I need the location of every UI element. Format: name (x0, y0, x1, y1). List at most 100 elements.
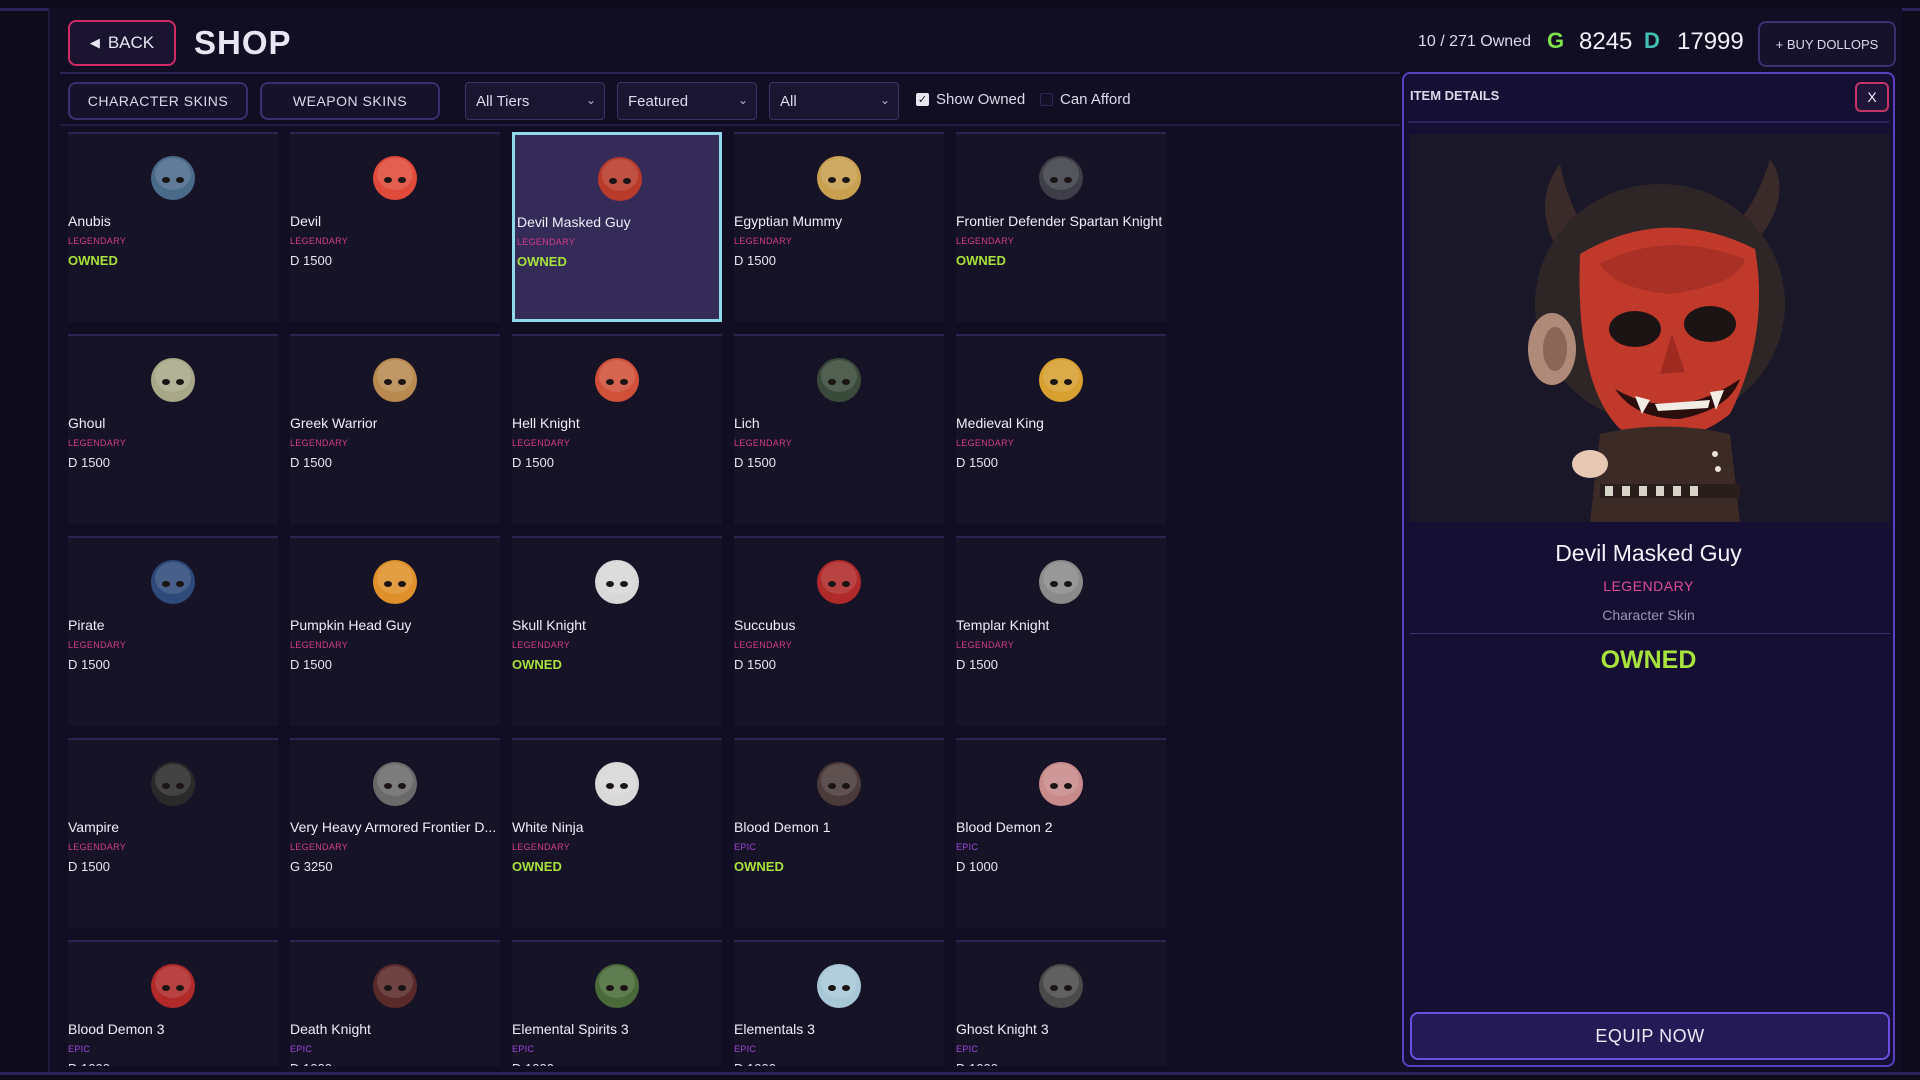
chevron-down-icon: ⌄ (585, 93, 596, 107)
back-arrow-icon: ◀ (89, 35, 100, 50)
item-tier: LEGENDARY (290, 438, 349, 448)
item-card[interactable]: Egyptian Mummy LEGENDARY D 1500 (734, 132, 944, 322)
item-card[interactable]: Blood Demon 2 EPIC D 1000 (956, 738, 1166, 928)
item-name: Blood Demon 2 (956, 819, 1053, 835)
item-card[interactable]: Blood Demon 3 EPIC D 1000 (68, 940, 278, 1066)
show-owned-checkbox[interactable]: ✓ (916, 93, 929, 106)
gold-currency-icon: G (1547, 28, 1565, 53)
item-card[interactable]: Lich LEGENDARY D 1500 (734, 334, 944, 524)
tier-filter-select[interactable]: All Tiers ⌄ (465, 82, 605, 120)
item-name: Pirate (68, 617, 105, 633)
dollo-currency-icon: D (1644, 28, 1660, 53)
item-price: D 1000 (956, 1061, 998, 1066)
item-name: Medieval King (956, 415, 1044, 431)
item-card[interactable]: Elemental Spirits 3 EPIC D 1000 (512, 940, 722, 1066)
item-name: Lich (734, 415, 760, 431)
greek-helmet-icon (373, 358, 417, 402)
owned-count: 10 / 271 Owned (1418, 33, 1531, 50)
sort-select[interactable]: Featured ⌄ (617, 82, 757, 120)
item-name: Egyptian Mummy (734, 213, 843, 229)
item-card[interactable]: Ghoul LEGENDARY D 1500 (68, 334, 278, 524)
item-tier: LEGENDARY (68, 842, 127, 852)
gold-balance: 8245 (1579, 28, 1633, 55)
item-card[interactable]: Pirate LEGENDARY D 1500 (68, 536, 278, 726)
item-tier: LEGENDARY (517, 237, 576, 247)
item-card[interactable]: Blood Demon 1 EPIC OWNED (734, 738, 944, 928)
item-name: Pumpkin Head Guy (290, 617, 412, 633)
pirate-hat-icon (151, 560, 195, 604)
item-price: D 1500 (68, 859, 110, 874)
item-card[interactable]: Devil LEGENDARY D 1500 (290, 132, 500, 322)
item-tier: LEGENDARY (956, 438, 1015, 448)
item-price: D 1000 (734, 1061, 776, 1066)
item-price: D 1000 (512, 1061, 554, 1066)
item-card[interactable]: Death Knight EPIC D 1000 (290, 940, 500, 1066)
item-tier: LEGENDARY (68, 640, 127, 650)
item-name: Very Heavy Armored Frontier D... (290, 819, 497, 835)
item-name: Ghoul (68, 415, 106, 431)
item-card[interactable]: Skull Knight LEGENDARY OWNED (512, 536, 722, 726)
sort-value: Featured (628, 92, 689, 110)
back-button[interactable]: ◀ BACK (68, 20, 176, 66)
owned-badge: OWNED (68, 253, 118, 268)
item-price: D 1500 (956, 657, 998, 672)
item-name: Blood Demon 3 (68, 1021, 165, 1037)
filter-divider (60, 124, 1400, 126)
vampire-head-icon (151, 762, 195, 806)
item-price: D 1500 (68, 455, 110, 470)
equip-now-button[interactable]: EQUIP NOW (1410, 1012, 1890, 1060)
item-card[interactable]: Elementals 3 EPIC D 1000 (734, 940, 944, 1066)
item-card[interactable]: Devil Masked Guy LEGENDARY OWNED (512, 132, 722, 322)
crown-king-icon (1039, 358, 1083, 402)
chevron-down-icon: ⌄ (879, 93, 890, 107)
winged-helmet-icon (151, 964, 195, 1008)
item-tier: LEGENDARY (512, 842, 571, 852)
item-name: Ghost Knight 3 (956, 1021, 1049, 1037)
item-price: D 1500 (734, 455, 776, 470)
item-card[interactable]: Greek Warrior LEGENDARY D 1500 (290, 334, 500, 524)
item-price: D 1500 (734, 657, 776, 672)
item-tier: EPIC (68, 1044, 91, 1054)
item-tier: EPIC (956, 842, 979, 852)
close-button[interactable]: X (1855, 82, 1889, 112)
item-price: D 1500 (290, 455, 332, 470)
show-owned-toggle[interactable]: ✓ Show Owned (916, 91, 1025, 108)
ghoul-head-icon (151, 358, 195, 402)
category-select[interactable]: All ⌄ (769, 82, 899, 120)
panel-title: ITEM DETAILS (1410, 88, 1500, 103)
item-name: Vampire (68, 819, 120, 835)
item-card[interactable]: Templar Knight LEGENDARY D 1500 (956, 536, 1166, 726)
item-price: D 1500 (68, 657, 110, 672)
category-value: All (780, 92, 797, 110)
ice-elemental-icon (817, 964, 861, 1008)
can-afford-checkbox[interactable] (1040, 93, 1053, 106)
templar-helmet-icon (1039, 560, 1083, 604)
item-card[interactable]: Frontier Defender Spartan Knight LEGENDAR… (956, 132, 1166, 322)
item-tier: LEGENDARY (734, 438, 793, 448)
item-card[interactable]: Medieval King LEGENDARY D 1500 (956, 334, 1166, 524)
item-price: G 3250 (290, 859, 333, 874)
tab-character-skins[interactable]: CHARACTER SKINS (68, 82, 248, 120)
item-card[interactable]: Succubus LEGENDARY D 1500 (734, 536, 944, 726)
item-tier: LEGENDARY (290, 640, 349, 650)
item-name: Devil (290, 213, 322, 229)
mummy-head-icon (817, 156, 861, 200)
item-card[interactable]: Anubis LEGENDARY OWNED (68, 132, 278, 322)
item-name: Succubus (734, 617, 796, 633)
skull-head-icon (595, 560, 639, 604)
item-card[interactable]: Very Heavy Armored Frontier D... LEGENDAR… (290, 738, 500, 928)
panel-divider (1408, 121, 1889, 123)
can-afford-label: Can Afford (1060, 91, 1131, 108)
page-title: SHOP (194, 24, 292, 61)
item-card[interactable]: White Ninja LEGENDARY OWNED (512, 738, 722, 928)
tab-weapon-skins[interactable]: WEAPON SKINS (260, 82, 440, 120)
item-name: Anubis (68, 213, 111, 229)
item-card[interactable]: Vampire LEGENDARY D 1500 (68, 738, 278, 928)
item-card[interactable]: Hell Knight LEGENDARY D 1500 (512, 334, 722, 524)
devil-mask-icon (598, 157, 642, 201)
item-card[interactable]: Pumpkin Head Guy LEGENDARY D 1500 (290, 536, 500, 726)
can-afford-toggle[interactable]: Can Afford (1040, 91, 1131, 108)
item-tier: EPIC (734, 842, 757, 852)
item-card[interactable]: Ghost Knight 3 EPIC D 1000 (956, 940, 1166, 1066)
buy-dollops-button[interactable]: + BUY DOLLOPS (1758, 21, 1896, 67)
